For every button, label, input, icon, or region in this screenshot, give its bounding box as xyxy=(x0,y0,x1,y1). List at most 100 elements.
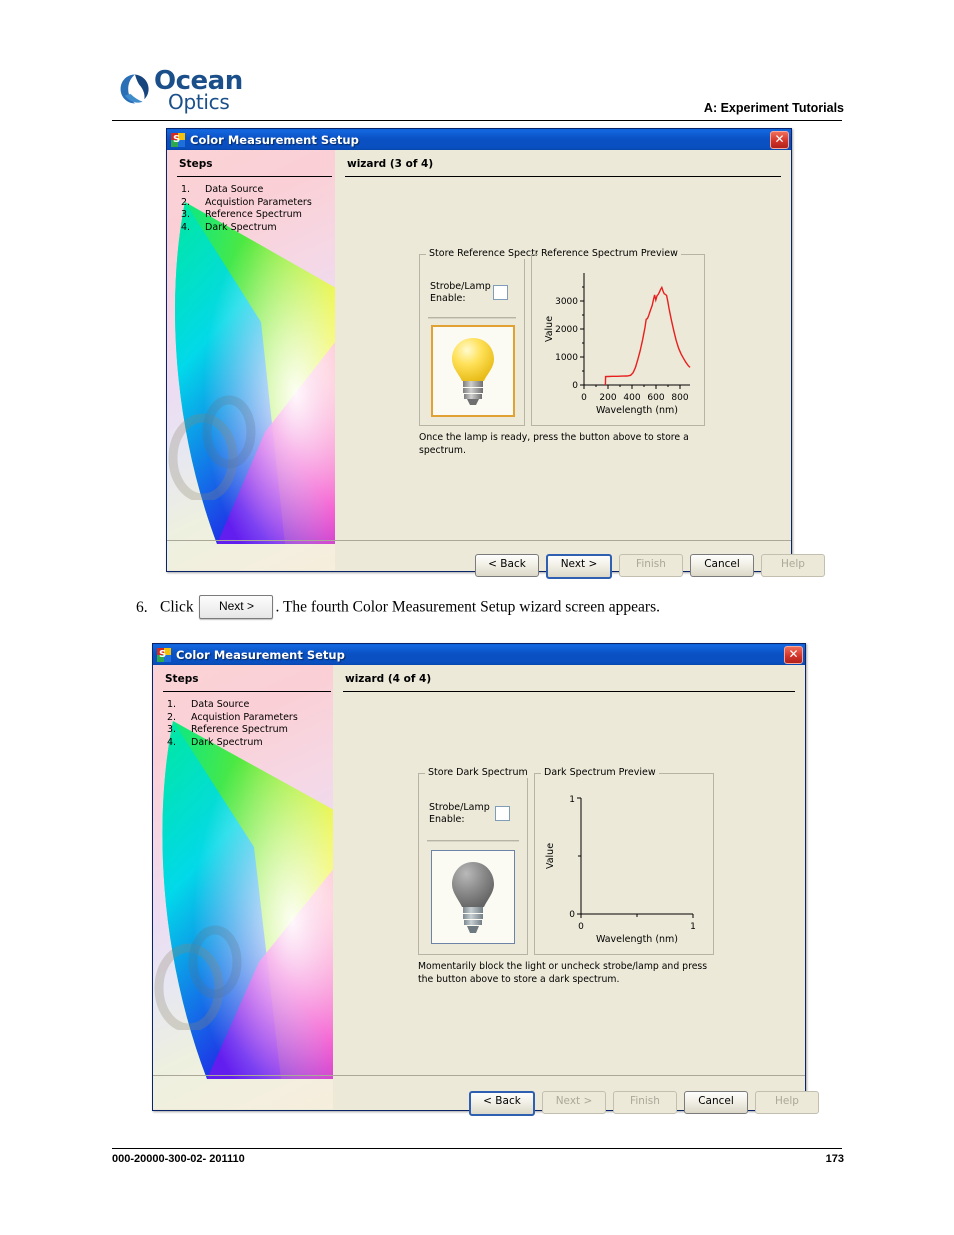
list-item: 4. Dark Spectrum xyxy=(167,737,298,750)
list-item: 4. Dark Spectrum xyxy=(181,222,312,235)
dialog1-title: Color Measurement Setup xyxy=(190,132,359,147)
step-label: Reference Spectrum xyxy=(191,724,288,735)
step-label: Acquistion Parameters xyxy=(205,196,312,208)
list-item: 1. Data Source xyxy=(181,184,312,197)
step-number: 2. xyxy=(181,196,191,208)
dialog2-title-bar: S Color Measurement Setup ✕ xyxy=(153,644,805,665)
list-item: 3. Reference Spectrum xyxy=(167,724,298,737)
color-measurement-setup-dialog-3: S Color Measurement Setup ✕ Steps 1. Dat… xyxy=(166,128,825,579)
svg-text:1000: 1000 xyxy=(555,353,578,363)
group-label: Dark Spectrum Preview xyxy=(541,767,659,778)
group-label: Reference Spectrum Preview xyxy=(538,248,681,259)
help-button: Help xyxy=(761,554,825,577)
dialog1-help-text: Once the lamp is ready, press the button… xyxy=(419,432,689,456)
step-number: 4. xyxy=(167,736,177,748)
finish-button: Finish xyxy=(619,554,683,577)
cancel-button[interactable]: Cancel xyxy=(684,1091,748,1114)
dialog1-steps-heading: Steps xyxy=(179,158,213,170)
next-button-label: Next > xyxy=(555,1095,593,1107)
finish-button-label: Finish xyxy=(630,1095,660,1107)
store-spectrum-button[interactable] xyxy=(431,325,515,417)
dark-spectrum-chart: 0 1 0 1 Wavelength (nm) Value xyxy=(545,795,696,945)
svg-text:600: 600 xyxy=(647,393,664,403)
step-number: 3. xyxy=(181,209,191,220)
list-item: 2. Acquistion Parameters xyxy=(181,197,312,210)
next-button: Next > xyxy=(542,1091,606,1114)
dialog2-main-pane: wizard (4 of 4) Store Dark Spectrum Stro… xyxy=(153,665,819,1116)
reference-spectrum-chart: 0 1000 2000 3000 0 200 400 600 800 Wavel… xyxy=(544,273,691,416)
store-reference-spectrum-group: Store Reference Spectr Strobe/Lamp Enabl… xyxy=(419,248,542,426)
step-label: Data Source xyxy=(205,184,264,195)
svg-text:1: 1 xyxy=(690,922,696,932)
store-dark-spectrum-group: Store Dark Spectrum Strobe/Lamp Enable: xyxy=(418,767,531,955)
svg-text:0: 0 xyxy=(569,910,575,920)
step-label: Dark Spectrum xyxy=(205,221,277,233)
dialog2-sidebar: Steps 1. Data Source 2. Acquistion Param… xyxy=(153,665,333,1109)
step-label: Dark Spectrum xyxy=(191,736,263,748)
back-button[interactable]: < Back xyxy=(469,1091,535,1116)
strobe-lamp-enable-checkbox[interactable] xyxy=(495,806,510,821)
dialog2-steps-heading: Steps xyxy=(165,673,199,685)
next-button-label: Next > xyxy=(560,558,598,570)
svg-text:Wavelength (nm): Wavelength (nm) xyxy=(596,405,678,416)
cancel-button-label: Cancel xyxy=(704,558,740,570)
group-divider xyxy=(427,840,519,842)
list-item: 1. Data Source xyxy=(167,699,298,712)
dialog2-title: Color Measurement Setup xyxy=(176,647,345,662)
cie-chromaticity-gamut-graphic xyxy=(162,721,333,1079)
step-label: Reference Spectrum xyxy=(205,209,302,220)
group-label: Store Reference Spectr xyxy=(426,248,542,259)
dialog2-wizard-rule xyxy=(343,691,795,692)
group-label: Store Dark Spectrum xyxy=(425,767,531,778)
svg-text:0: 0 xyxy=(572,381,578,391)
close-icon[interactable]: ✕ xyxy=(770,131,789,149)
watermark-logo-icon xyxy=(154,925,242,1030)
dialog1-button-separator xyxy=(167,540,791,541)
back-button[interactable]: < Back xyxy=(475,554,539,577)
svg-text:2000: 2000 xyxy=(555,325,578,335)
cancel-button-label: Cancel xyxy=(698,1095,734,1107)
dialog1-wizard-rule xyxy=(345,176,781,177)
dialog1-steps-rule xyxy=(177,176,332,177)
next-button[interactable]: Next > xyxy=(546,554,612,579)
document-page: Ocean Optics A: Experiment Tutorials S C… xyxy=(0,0,954,1235)
dialog2-help-text: Momentarily block the light or uncheck s… xyxy=(418,961,708,985)
footer-rule xyxy=(112,1148,842,1149)
watermark-logo-icon xyxy=(168,395,256,500)
step-6-number: 6. xyxy=(136,598,148,616)
footer-page-number: 173 xyxy=(825,1153,844,1165)
list-item: 2. Acquistion Parameters xyxy=(167,712,298,725)
close-icon[interactable]: ✕ xyxy=(784,646,803,664)
app-icon: S xyxy=(157,647,171,662)
store-dark-spectrum-button[interactable] xyxy=(431,850,515,944)
svg-text:1: 1 xyxy=(569,795,575,805)
reference-spectrum-preview-group: Reference Spectrum Preview 0 1000 2000 3… xyxy=(531,248,705,426)
footer-document-number: 000-20000-300-02- 201110 xyxy=(112,1153,245,1165)
app-icon: S xyxy=(171,132,185,147)
color-measurement-setup-dialog-4: S Color Measurement Setup ✕ Steps 1. Dat… xyxy=(152,643,819,1116)
inline-next-button: Next > xyxy=(199,595,274,619)
cancel-button[interactable]: Cancel xyxy=(690,554,754,577)
header-rule xyxy=(112,120,842,121)
ocean-optics-swirl-icon xyxy=(120,74,149,104)
svg-text:Wavelength (nm): Wavelength (nm) xyxy=(596,934,678,945)
ocean-optics-logo: Ocean Optics xyxy=(118,68,243,116)
strobe-lamp-enable-label: Strobe/Lamp Enable: xyxy=(430,281,491,304)
dialog1-button-bar: < Back Next > Finish Cancel Help xyxy=(475,554,825,579)
svg-text:Value: Value xyxy=(544,316,555,342)
dialog2-steps-list: 1. Data Source 2. Acquistion Parameters … xyxy=(167,699,298,749)
group-divider xyxy=(428,317,516,319)
dialog1-wizard-step-label: wizard (3 of 4) xyxy=(347,158,434,170)
step-label: Data Source xyxy=(191,699,250,710)
dialog2-wizard-step-label: wizard (4 of 4) xyxy=(345,673,432,685)
list-item: 3. Reference Spectrum xyxy=(181,209,312,222)
svg-text:0: 0 xyxy=(581,393,587,403)
svg-text:3000: 3000 xyxy=(555,297,578,307)
dialog2-button-bar: < Back Next > Finish Cancel Help xyxy=(469,1091,819,1116)
svg-text:Value: Value xyxy=(545,843,556,869)
dialog2-steps-rule xyxy=(163,691,331,692)
step-number: 2. xyxy=(167,711,177,723)
strobe-lamp-enable-checkbox[interactable] xyxy=(493,285,508,300)
strobe-lamp-enable-label: Strobe/Lamp Enable: xyxy=(429,802,490,825)
help-button-label: Help xyxy=(775,1095,799,1107)
